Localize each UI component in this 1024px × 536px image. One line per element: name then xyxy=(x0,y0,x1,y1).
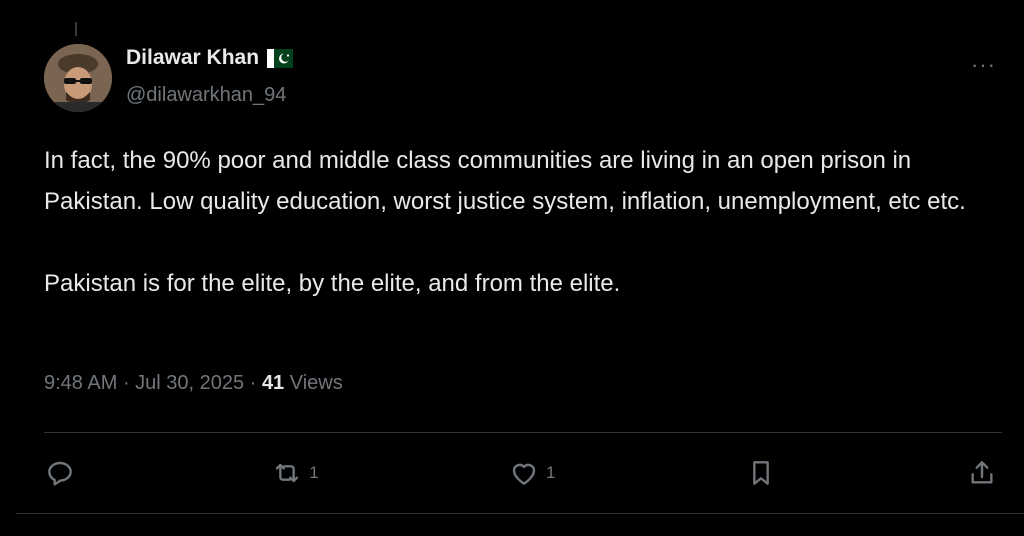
views-label: Views xyxy=(289,372,343,394)
meta-separator: · xyxy=(122,372,136,394)
bookmark-button[interactable] xyxy=(745,457,777,489)
share-icon xyxy=(971,461,993,484)
tweet-paragraph-2: Pakistan is for the elite, by the elite,… xyxy=(44,270,621,297)
meta-separator: · xyxy=(249,372,262,394)
more-options-button[interactable]: ··· xyxy=(971,52,996,78)
heart-icon xyxy=(512,463,536,485)
avatar-image xyxy=(44,44,112,112)
tweet-action-bar: 1 1 xyxy=(44,452,998,494)
like-button[interactable]: 1 xyxy=(508,457,555,489)
avatar[interactable] xyxy=(44,44,112,112)
bookmark-icon xyxy=(752,461,769,485)
like-count: 1 xyxy=(546,463,556,482)
reply-button[interactable] xyxy=(44,457,82,489)
reply-icon xyxy=(48,461,72,486)
pakistan-flag-icon xyxy=(267,48,294,68)
author-handle[interactable]: @dilawarkhan_94 xyxy=(126,84,286,107)
tweet-date[interactable]: Jul 30, 2025 xyxy=(135,372,244,394)
divider xyxy=(44,432,1002,433)
author-display-name[interactable]: Dilawar Khan xyxy=(126,46,259,70)
views-count: 41 xyxy=(261,372,285,394)
bottom-divider xyxy=(16,513,1024,514)
retweet-button[interactable]: 1 xyxy=(271,457,319,489)
tweet-text: In fact, the 90% poor and middle class c… xyxy=(44,140,1009,304)
author-name-row: Dilawar Khan xyxy=(126,46,294,70)
share-button[interactable] xyxy=(966,457,998,489)
retweet-count: 1 xyxy=(309,463,319,482)
tweet-metadata: 9:48 AM · Jul 30, 2025 · 41 Views xyxy=(44,372,343,395)
tweet-time[interactable]: 9:48 AM xyxy=(44,372,117,394)
thread-connector-line xyxy=(75,22,77,36)
tweet-paragraph-1: In fact, the 90% poor and middle class c… xyxy=(44,147,966,215)
retweet-icon xyxy=(276,463,299,483)
